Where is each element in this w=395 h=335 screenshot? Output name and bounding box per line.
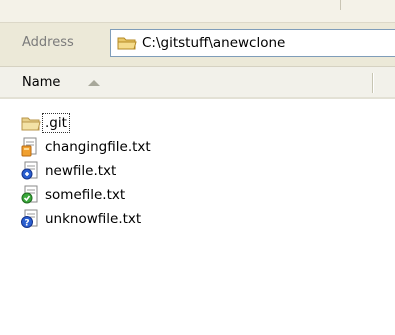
folder-icon (117, 35, 137, 51)
column-divider[interactable] (372, 73, 373, 93)
list-item-git[interactable]: .git (0, 112, 395, 136)
file-name: unknowfile.txt (45, 211, 142, 227)
file-name: .git (42, 113, 70, 133)
sort-ascending-icon (88, 80, 100, 86)
column-header-name[interactable]: Name (0, 67, 372, 97)
column-name-label: Name (22, 75, 61, 90)
explorer-window: Address C:\gitstuff\anewclone Name .git … (0, 0, 395, 335)
normal-file-icon (21, 185, 39, 205)
address-field[interactable]: C:\gitstuff\anewclone (110, 29, 395, 57)
added-file-icon (21, 161, 39, 181)
address-bar: Address C:\gitstuff\anewclone (0, 23, 395, 67)
list-item-changingfile[interactable]: changingfile.txt (0, 136, 395, 160)
folder-icon (21, 113, 41, 133)
address-label: Address (22, 35, 74, 50)
list-item-unknowfile[interactable]: ? unknowfile.txt (0, 208, 395, 232)
file-name: changingfile.txt (45, 139, 151, 155)
list-item-somefile[interactable]: somefile.txt (0, 184, 395, 208)
file-list: .git changingfile.txt newfile.txt somefi… (0, 112, 395, 232)
toolbar-strip (0, 0, 395, 23)
toolbar-separator (340, 0, 341, 10)
unversioned-file-icon: ? (21, 209, 39, 229)
column-header: Name (0, 67, 395, 99)
address-path[interactable]: C:\gitstuff\anewclone (142, 35, 285, 51)
list-item-newfile[interactable]: newfile.txt (0, 160, 395, 184)
svg-text:?: ? (24, 219, 29, 229)
file-name: newfile.txt (45, 163, 117, 179)
file-name: somefile.txt (45, 187, 126, 203)
modified-file-icon (21, 137, 39, 157)
